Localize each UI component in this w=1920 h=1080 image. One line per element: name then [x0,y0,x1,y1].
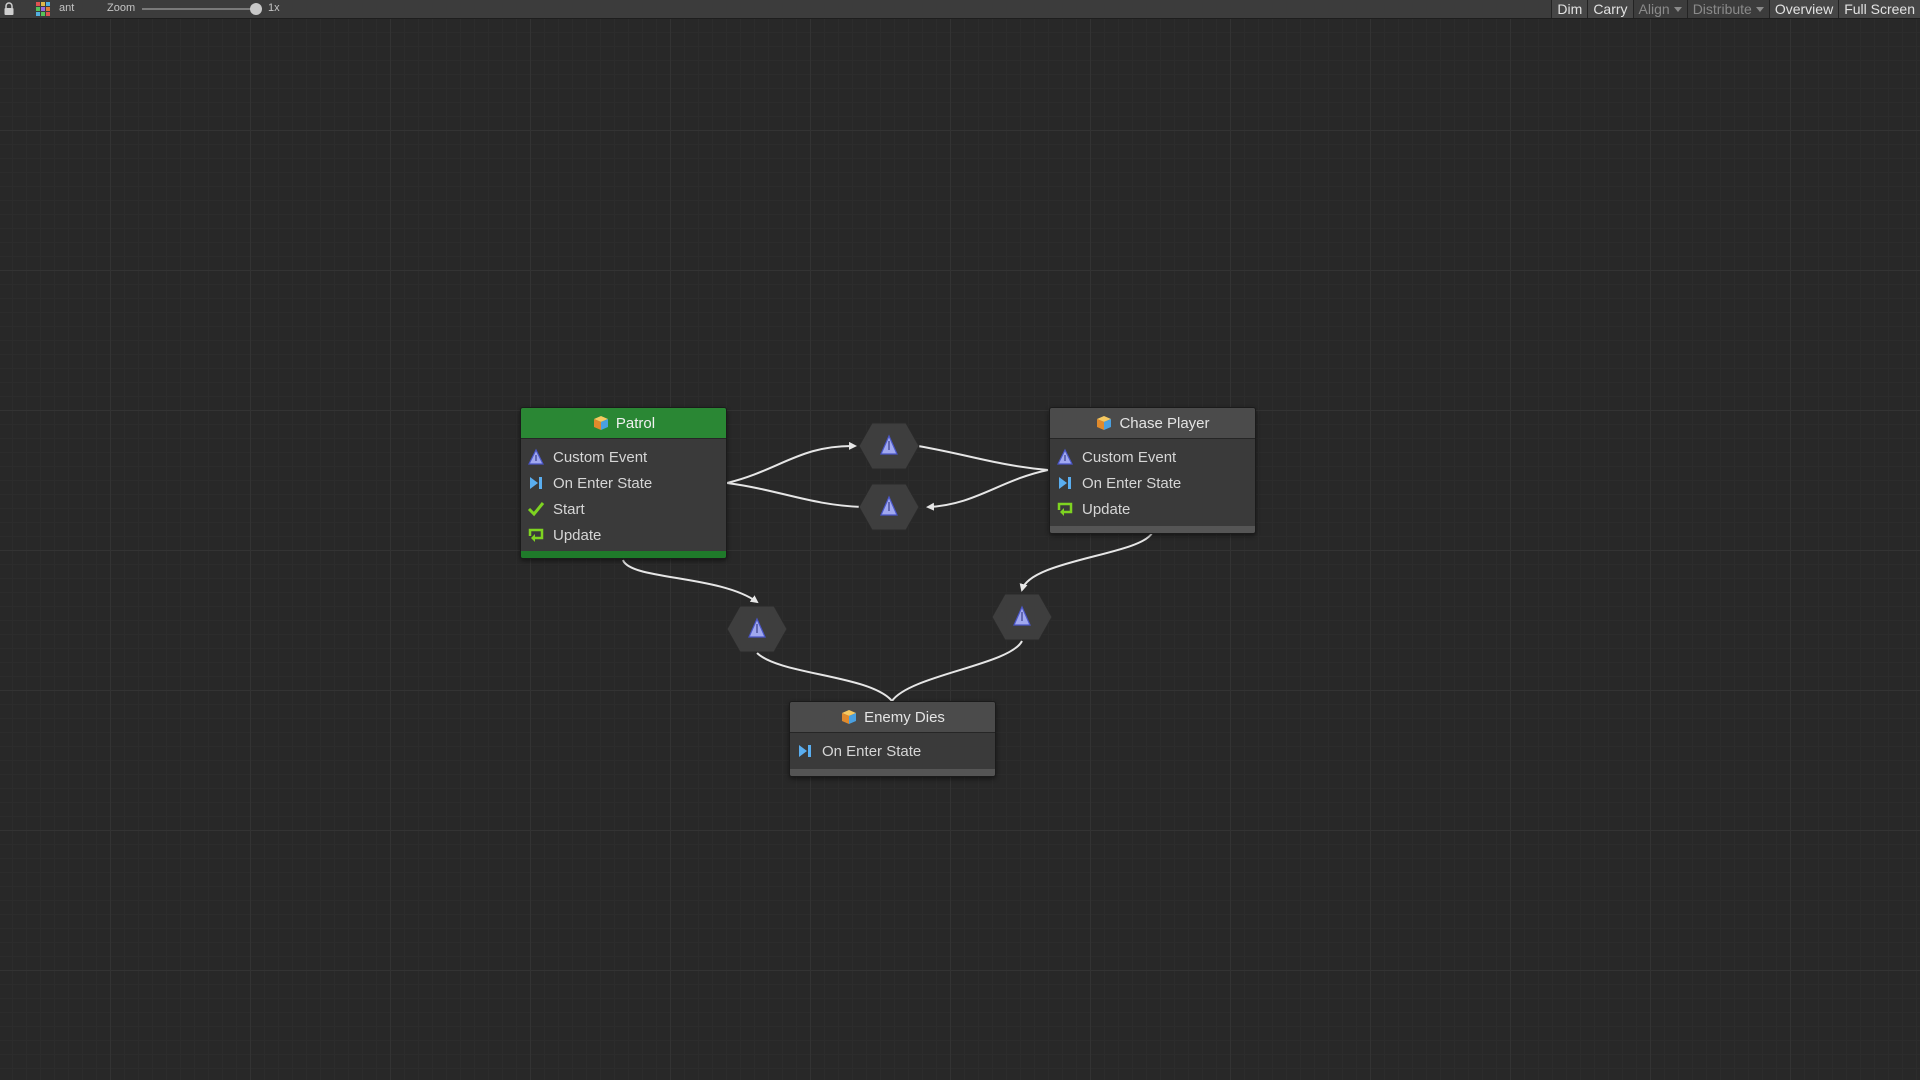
state-header[interactable]: Enemy Dies [790,702,995,733]
wire-chase-to-patrol-in[interactable] [926,469,1049,511]
wire-chase-to-patrol-out[interactable] [726,482,863,508]
state-title: Enemy Dies [864,708,945,726]
event-row-custom-event[interactable]: Custom Event [1050,444,1255,470]
state-box-icon [842,710,857,724]
on-enter-state-icon [1059,477,1071,489]
on-enter-state-icon [799,745,811,757]
wire-patrol-to-enemy-in[interactable] [622,559,759,604]
state-footer [790,769,995,776]
transition-node[interactable] [726,605,788,653]
custom-event-icon [528,448,544,465]
event-row-on-enter-state[interactable]: On Enter State [790,738,995,764]
wire-patrol-to-chase-out[interactable] [917,445,1049,471]
state-header[interactable]: Chase Player [1050,408,1255,439]
event-row-on-enter-state[interactable]: On Enter State [1050,470,1255,496]
transition-wires [622,441,1153,702]
wire-patrol-to-chase-in[interactable] [726,441,857,484]
event-label: Update [553,526,602,544]
update-loop-icon [1057,502,1073,516]
state-title: Chase Player [1119,414,1210,432]
event-label: Custom Event [553,448,648,466]
state-footer [1050,526,1255,533]
event-row-start[interactable]: Start [521,496,726,522]
on-enter-state-icon [530,477,542,489]
event-row-update[interactable]: Update [521,522,726,548]
state-header[interactable]: Patrol [521,408,726,439]
state-box-icon [593,416,608,430]
wire-chase-to-enemy-in[interactable] [1019,532,1153,592]
event-row-update[interactable]: Update [1050,496,1255,522]
event-label: On Enter State [553,474,653,492]
transition-node[interactable] [858,483,920,531]
start-check-icon [527,502,545,517]
event-row-custom-event[interactable]: Custom Event [521,444,726,470]
state-title: Patrol [615,414,656,432]
update-loop-icon [528,528,544,542]
event-label: Start [553,500,585,518]
state-node-enemy-dies[interactable]: Enemy Dies On Enter State [789,701,996,777]
wire-patrol-to-enemy-out[interactable] [756,652,893,702]
transition-node[interactable] [858,422,920,470]
event-label: Custom Event [1082,448,1177,466]
wire-chase-to-enemy-out[interactable] [891,640,1023,702]
custom-event-icon [1057,448,1073,465]
state-node-chase-player[interactable]: Chase Player Custom Event On Enter State… [1049,407,1256,534]
state-footer [521,551,726,558]
transition-node[interactable] [991,593,1053,641]
event-row-on-enter-state[interactable]: On Enter State [521,470,726,496]
event-label: On Enter State [1082,474,1182,492]
event-label: Update [1082,500,1131,518]
state-box-icon [1097,416,1112,430]
event-label: On Enter State [822,742,922,760]
state-node-patrol[interactable]: Patrol Custom Event On Enter State Start… [520,407,727,559]
